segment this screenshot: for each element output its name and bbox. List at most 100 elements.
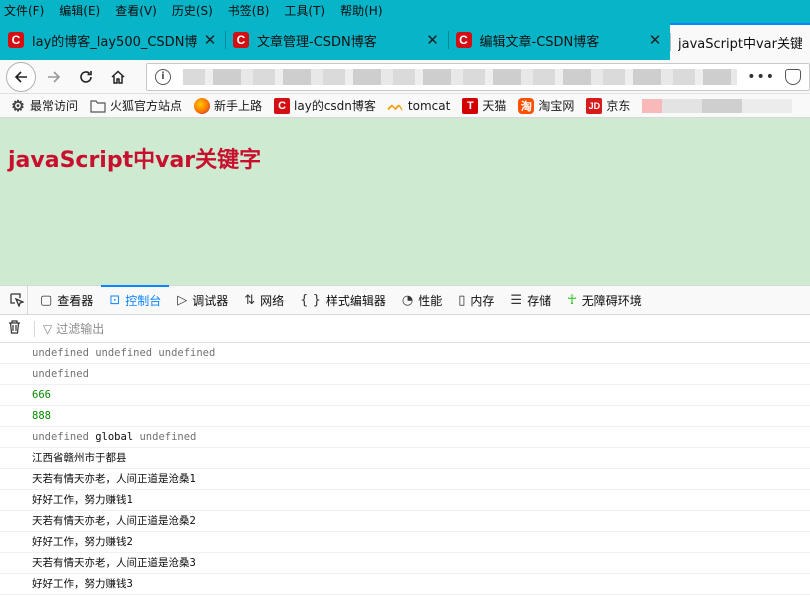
menu-help[interactable]: 帮助(H) <box>340 2 382 19</box>
tab-style-editor[interactable]: { } 样式编辑器 <box>292 286 394 314</box>
accessibility-icon: ☥ <box>567 292 577 308</box>
tab-console[interactable]: ⊡ 控制台 <box>101 285 170 314</box>
bookmark-label: 京东 <box>606 99 631 113</box>
tab-edit-article[interactable]: C 编辑文章-CSDN博客 ✕ <box>447 23 671 57</box>
firefox-icon <box>194 97 211 114</box>
tab-label: 调试器 <box>192 293 229 308</box>
jd-icon: JD <box>586 97 603 114</box>
close-tab-icon[interactable]: ✕ <box>426 31 440 49</box>
tab-memory[interactable]: ▯ 内存 <box>450 286 502 314</box>
home-icon <box>111 69 125 84</box>
tab-storage[interactable]: ☰ 存储 <box>502 286 559 314</box>
console-line: 天若有情天亦老，人间正道是沧桑3 <box>0 553 810 574</box>
tab-label: 存储 <box>527 293 552 308</box>
close-tab-icon[interactable]: ✕ <box>203 31 217 49</box>
taobao-icon: 淘 <box>518 97 535 114</box>
bookmark-lay-csdn[interactable]: C lay的csdn博客 <box>274 97 376 114</box>
tab-debugger[interactable]: ▷ 调试器 <box>169 286 236 314</box>
tab-label: 文章管理-CSDN博客 <box>257 34 377 50</box>
clear-console-button[interactable] <box>8 319 26 338</box>
console-line: 666 <box>0 385 810 406</box>
element-picker-button[interactable] <box>6 286 28 314</box>
tab-label: 性能 <box>418 293 443 308</box>
menu-edit[interactable]: 编辑(E) <box>59 2 100 19</box>
tomcat-icon: ᨓ <box>387 97 405 113</box>
menu-history[interactable]: 历史(S) <box>172 2 213 19</box>
menu-bar: 文件(F) 编辑(E) 查看(V) 历史(S) 书签(B) 工具(T) 帮助(H… <box>0 0 810 20</box>
picker-icon <box>9 293 24 307</box>
tab-var-keyword[interactable]: javaScript中var关键字 <box>670 23 810 60</box>
console-text: undefined <box>32 368 89 380</box>
console-line: 好好工作，努力赚钱3 <box>0 574 810 595</box>
url-bar[interactable]: i ••• <box>146 62 810 91</box>
devtools-toolbar: ▢ 查看器 ⊡ 控制台 ▷ 调试器 ⇅ 网络 { } 样式编辑器 ◔ 性能 ▯ 内存 ☰ 存储 … <box>0 285 810 315</box>
network-icon: ⇅ <box>244 292 256 308</box>
bookmark-tomcat[interactable]: ᨓ tomcat <box>387 97 451 114</box>
tab-label: javaScript中var关键字 <box>678 37 802 52</box>
console-line: undefined global undefined <box>0 427 810 448</box>
forward-arrow-icon <box>48 70 61 83</box>
tab-label: 编辑文章-CSDN博客 <box>479 34 600 50</box>
console-icon: ⊡ <box>109 292 121 308</box>
tab-label: lay的博客_lay500_CSDN博客 <box>32 34 197 50</box>
performance-gauge-icon: ◔ <box>401 292 414 308</box>
divider <box>34 320 35 337</box>
bookmark-label: 新手上路 <box>214 99 263 113</box>
tab-strip: C lay的博客_lay500_CSDN博客 ✕ C 文章管理-CSDN博客 ✕… <box>0 20 810 60</box>
csdn-favicon-icon: C <box>274 97 291 114</box>
pocket-icon[interactable] <box>785 68 801 85</box>
tab-label: 网络 <box>260 293 285 308</box>
bookmark-firefox-site[interactable]: 火狐官方站点 <box>90 97 182 114</box>
menu-bookmarks[interactable]: 书签(B) <box>228 2 270 19</box>
site-info-icon[interactable]: i <box>155 68 171 85</box>
tab-csdn-blog[interactable]: C lay的博客_lay500_CSDN博客 ✕ <box>0 23 225 57</box>
tab-performance[interactable]: ◔ 性能 <box>394 286 450 314</box>
tab-article-manage[interactable]: C 文章管理-CSDN博客 ✕ <box>225 23 448 57</box>
console-line: undefined <box>0 364 810 385</box>
csdn-favicon-icon: C <box>8 32 24 48</box>
url-text-blurred <box>183 68 738 85</box>
menu-view[interactable]: 查看(V) <box>115 2 157 19</box>
bookmark-tmall[interactable]: T 天猫 <box>462 97 506 114</box>
tab-network[interactable]: ⇅ 网络 <box>236 286 292 314</box>
console-line: undefined undefined undefined <box>0 343 810 364</box>
bookmark-label: tomcat <box>407 98 451 113</box>
forward-button[interactable] <box>40 63 68 91</box>
inspector-icon: ▢ <box>40 292 53 308</box>
page-actions-icon[interactable]: ••• <box>747 69 775 85</box>
memory-chip-icon: ▯ <box>458 292 466 308</box>
bookmarks-blurred <box>642 98 793 113</box>
folder-icon <box>90 98 106 114</box>
console-text: undefined global undefined <box>32 431 197 443</box>
console-line: 好好工作，努力赚钱2 <box>0 532 810 553</box>
tab-accessibility[interactable]: ☥ 无障碍环境 <box>559 286 650 314</box>
page-heading: javaScript中var关键字 <box>8 148 262 173</box>
filter-input[interactable]: 过滤输出 <box>56 320 104 337</box>
gear-icon: ⚙ <box>11 97 25 115</box>
tab-inspector[interactable]: ▢ 查看器 <box>32 286 101 314</box>
home-button[interactable] <box>104 63 132 91</box>
bookmark-getting-started[interactable]: 新手上路 <box>194 97 262 114</box>
tmall-icon: T <box>462 97 479 114</box>
back-button[interactable] <box>6 61 36 92</box>
close-tab-icon[interactable]: ✕ <box>648 31 662 49</box>
reload-button[interactable] <box>72 63 100 91</box>
bookmark-most-visited[interactable]: ⚙ 最常访问 <box>10 97 78 115</box>
bookmark-jd[interactable]: JD 京东 <box>586 97 630 114</box>
debugger-icon: ▷ <box>177 292 188 308</box>
storage-icon: ☰ <box>510 292 523 308</box>
tab-label: 查看器 <box>57 293 94 308</box>
menu-tools[interactable]: 工具(T) <box>284 2 325 19</box>
menu-file[interactable]: 文件(F) <box>4 2 44 19</box>
bookmark-taobao[interactable]: 淘 淘宝网 <box>518 97 574 114</box>
filter-icon: ▽ <box>43 321 53 336</box>
reload-icon <box>80 70 92 83</box>
console-text: undefined undefined undefined <box>32 347 216 359</box>
bookmark-label: 淘宝网 <box>538 99 575 113</box>
tab-label: 无障碍环境 <box>581 293 642 308</box>
console-output: undefined undefined undefined undefined … <box>0 343 810 595</box>
bookmark-label: lay的csdn博客 <box>294 99 376 113</box>
page-content: javaScript中var关键字 <box>0 118 810 285</box>
trash-icon <box>9 319 20 334</box>
console-line: 好好工作，努力赚钱1 <box>0 490 810 511</box>
